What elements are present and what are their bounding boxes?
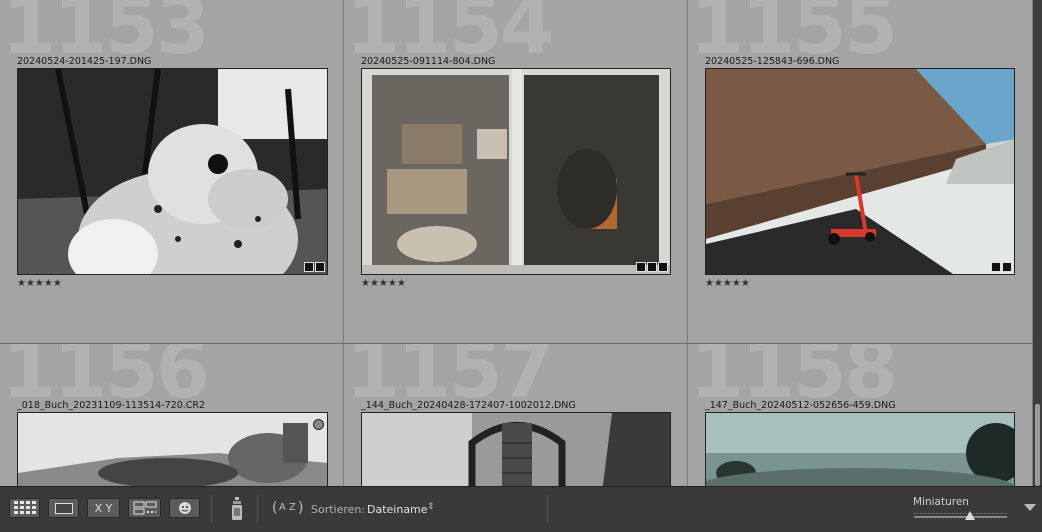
grid-cell[interactable]: 1153 20240524-201425-197.DNG ★★★★★ bbox=[0, 0, 344, 344]
scrollbar-thumb[interactable] bbox=[1035, 404, 1040, 486]
survey-icon bbox=[133, 501, 156, 515]
thumbnail-badges bbox=[991, 262, 1012, 272]
toolbar-divider bbox=[257, 495, 258, 523]
grid-cell[interactable]: 1158 _147_Buch_20240512-052656-459.DNG bbox=[688, 344, 1033, 486]
cell-filename: 20240524-201425-197.DNG bbox=[17, 56, 152, 67]
photo-thumbnail[interactable] bbox=[361, 68, 671, 275]
cell-filename: _018_Buch_20231109-113514-720.CR2 bbox=[17, 400, 206, 411]
loupe-view-button[interactable] bbox=[48, 498, 79, 518]
edited-icon bbox=[1002, 262, 1012, 272]
grid-cell[interactable]: 1155 20240525-125843-696.DNG ★★★★★ bbox=[688, 0, 1033, 344]
thumbnail-size-slider[interactable] bbox=[914, 516, 1007, 518]
cell-filename: _144_Buch_20240428-172407-1002012.DNG bbox=[361, 400, 576, 411]
cell-filename: 20240525-125843-696.DNG bbox=[705, 56, 840, 67]
comment-icon bbox=[636, 262, 646, 272]
sort-dropdown-caret-icon[interactable]: ⇕ bbox=[427, 502, 435, 512]
thumbnail-size-label: Miniaturen bbox=[913, 496, 969, 508]
edited-icon bbox=[658, 262, 668, 272]
flag-circle-icon[interactable] bbox=[313, 419, 324, 430]
photo-thumbnail[interactable] bbox=[705, 412, 1015, 486]
grid-view-button[interactable] bbox=[9, 498, 40, 518]
spray-can-icon bbox=[232, 497, 242, 520]
loupe-icon bbox=[54, 502, 73, 514]
cell-filename: _147_Buch_20240512-052656-459.DNG bbox=[705, 400, 896, 411]
survey-view-button[interactable] bbox=[128, 498, 161, 518]
photo-thumbnail[interactable] bbox=[361, 412, 671, 486]
toolbar-divider bbox=[547, 495, 548, 523]
painter-tool-button[interactable] bbox=[230, 497, 244, 525]
toolbar-menu-chevron-down-icon[interactable] bbox=[1024, 504, 1036, 511]
comment-icon bbox=[991, 262, 1001, 272]
photo-thumbnail[interactable] bbox=[17, 412, 328, 486]
cell-filename: 20240525-091114-804.DNG bbox=[361, 56, 496, 67]
toolbar-divider bbox=[211, 495, 212, 523]
people-view-button[interactable] bbox=[169, 498, 200, 518]
sort-dropdown[interactable]: Dateiname bbox=[367, 503, 428, 516]
sort-direction-button[interactable]: A Z ( ) bbox=[272, 497, 304, 521]
compare-view-button[interactable]: X Y bbox=[87, 498, 120, 518]
compare-label: X Y bbox=[94, 501, 113, 515]
comment-icon bbox=[304, 262, 314, 272]
thumbnail-badges bbox=[636, 262, 668, 272]
thumbnail-badges bbox=[304, 262, 325, 272]
crop-icon bbox=[647, 262, 657, 272]
sort-direction-label: A Z bbox=[279, 502, 296, 513]
grid-icon bbox=[13, 501, 36, 514]
sort-arrows-icon: ( bbox=[272, 500, 278, 516]
bottom-toolbar: X Y A Z ( ) Sortieren: Dateiname ⇕ Minia… bbox=[0, 486, 1042, 532]
photo-thumbnail[interactable] bbox=[17, 68, 328, 275]
photo-thumbnail[interactable] bbox=[705, 68, 1015, 275]
face-icon bbox=[178, 502, 191, 514]
star-rating[interactable]: ★★★★★ bbox=[705, 278, 750, 289]
sort-arrows-icon: ) bbox=[298, 500, 304, 516]
grid-cell[interactable]: 1156 _018_Buch_20231109-113514-720.CR2 bbox=[0, 344, 344, 486]
grid-cell[interactable]: 1154 20240525-091114-804.DNG ★★★★★ bbox=[344, 0, 688, 344]
thumbnail-slider-ticks bbox=[914, 513, 1007, 515]
sort-label: Sortieren: bbox=[311, 503, 366, 516]
thumbnail-slider-knob[interactable] bbox=[964, 511, 975, 520]
edited-icon bbox=[315, 262, 325, 272]
photo-grid: 1153 20240524-201425-197.DNG ★★★★★ 1154 … bbox=[0, 0, 1033, 486]
grid-cell[interactable]: 1157 _144_Buch_20240428-172407-1002012.D… bbox=[344, 344, 688, 486]
star-rating[interactable]: ★★★★★ bbox=[361, 278, 406, 289]
star-rating[interactable]: ★★★★★ bbox=[17, 278, 62, 289]
